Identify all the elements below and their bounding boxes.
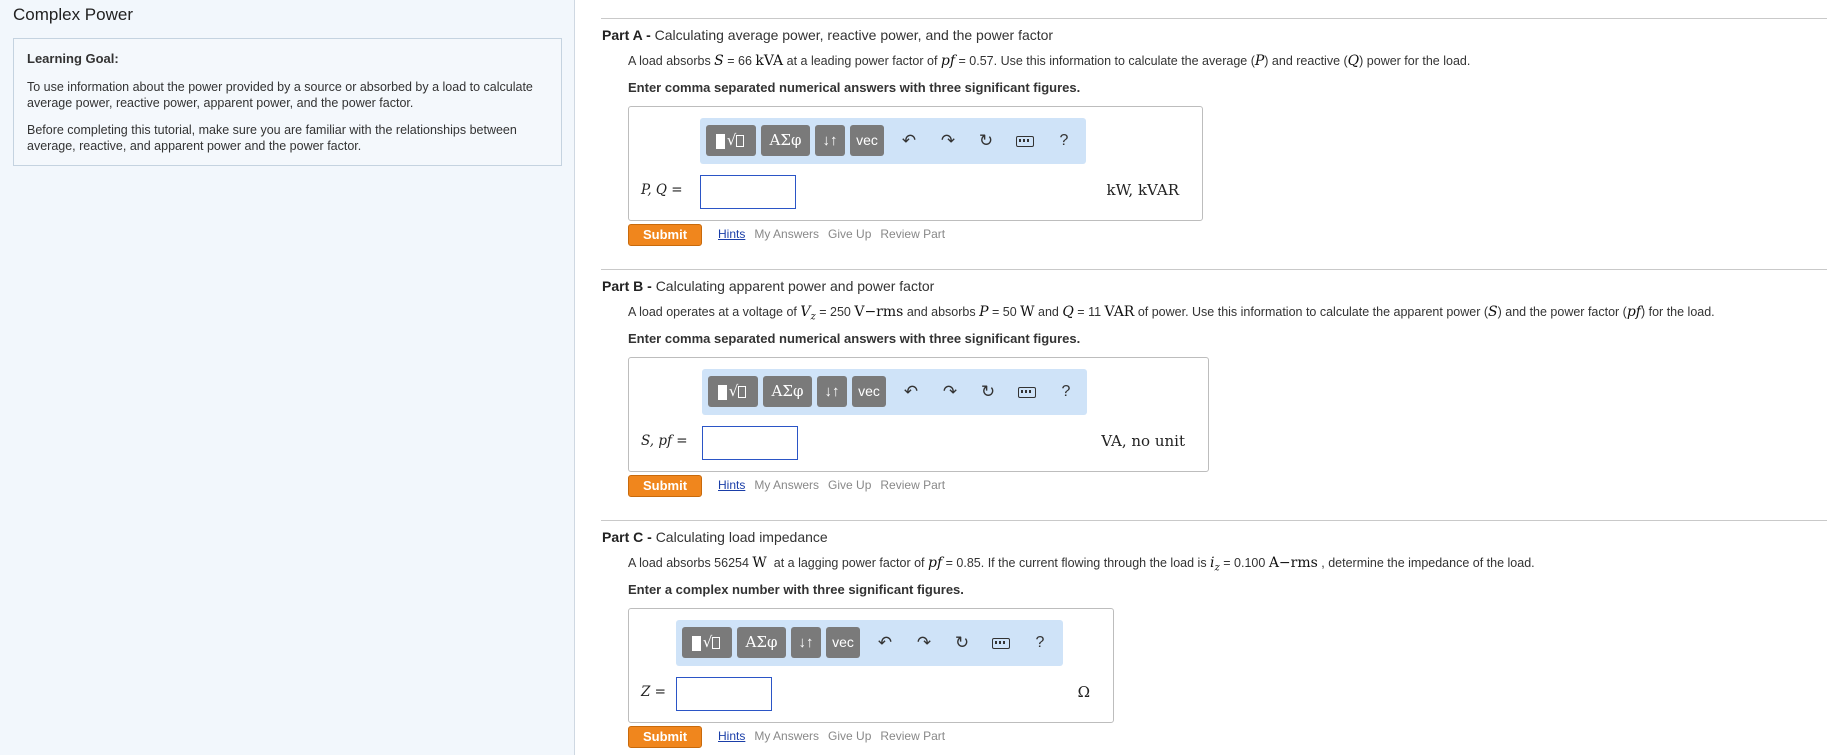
part-b-answer-box: √ ΑΣφ ↓↑ vec ↶ ↷ ↻ ? S, pf = VA, no unit — [628, 357, 1209, 472]
learning-goal-heading: Learning Goal: — [27, 51, 119, 66]
part-b-question: A load operates at a voltage of Vz = 250… — [628, 304, 1715, 323]
part-c-answer-label: Z = — [641, 684, 666, 700]
vector-button[interactable]: vec — [850, 125, 884, 156]
part-a-title: Calculating average power, reactive powe… — [654, 27, 1054, 43]
templates-button[interactable]: √ — [682, 627, 732, 658]
greek-symbols-button[interactable]: ΑΣφ — [737, 627, 786, 658]
part-b-answer-label: S, pf = — [641, 433, 688, 449]
part-c-question: A load absorbs 56254 W at a lagging powe… — [628, 555, 1535, 574]
part-a-answer-input[interactable] — [700, 175, 796, 209]
part-c-answer-input[interactable] — [676, 677, 772, 711]
vector-button[interactable]: vec — [826, 627, 860, 658]
hints-link[interactable]: Hints — [718, 227, 745, 241]
part-a-heading[interactable]: Part A - Calculating average power, reac… — [602, 27, 1053, 43]
part-b: Part B - Calculating apparent power and … — [601, 269, 1827, 501]
part-divider — [601, 520, 1827, 521]
part-a-question: A load absorbs S = 66 kVA at a leading p… — [628, 53, 1471, 69]
redo-icon[interactable]: ↷ — [935, 376, 965, 407]
part-b-links: Hints My Answers Give Up Review Part — [718, 478, 954, 492]
templates-button[interactable]: √ — [708, 376, 758, 407]
part-a-units: kW, kVAR — [1106, 181, 1179, 199]
part-c-answer-box: √ ΑΣφ ↓↑ vec ↶ ↷ ↻ ? Z = Ω — [628, 608, 1114, 723]
math-toolbar: √ ΑΣφ ↓↑ vec ↶ ↷ ↻ ? — [702, 369, 1087, 415]
part-c-submit-button[interactable]: Submit — [628, 726, 702, 748]
part-c-heading[interactable]: Part C - Calculating load impedance — [602, 529, 828, 545]
part-b-units: VA, no unit — [1101, 432, 1185, 450]
help-icon[interactable]: ? — [1049, 125, 1079, 156]
part-a-submit-button[interactable]: Submit — [628, 224, 702, 246]
part-a-answer-label: P, Q = — [641, 182, 683, 198]
greek-symbols-button[interactable]: ΑΣφ — [763, 376, 812, 407]
hints-link[interactable]: Hints — [718, 729, 745, 743]
give-up-link[interactable]: Give Up — [828, 227, 871, 241]
reset-icon[interactable]: ↻ — [947, 627, 977, 658]
part-b-title: Calculating apparent power and power fac… — [655, 278, 935, 294]
left-panel: Complex Power Learning Goal: To use info… — [0, 0, 575, 755]
redo-icon[interactable]: ↷ — [909, 627, 939, 658]
part-a-answer-box: √ ΑΣφ ↓↑ vec ↶ ↷ ↻ ? P, Q = kW, kVAR — [628, 106, 1203, 221]
part-c-letter: Part C - — [602, 529, 656, 545]
review-part-link[interactable]: Review Part — [880, 729, 945, 743]
part-b-answer-input[interactable] — [702, 426, 798, 460]
part-c-links: Hints My Answers Give Up Review Part — [718, 729, 954, 743]
part-a-letter: Part A - — [602, 27, 655, 43]
templates-button[interactable]: √ — [706, 125, 756, 156]
review-part-link[interactable]: Review Part — [880, 478, 945, 492]
part-divider — [601, 269, 1827, 270]
undo-icon[interactable]: ↶ — [894, 125, 924, 156]
help-icon[interactable]: ? — [1025, 627, 1055, 658]
subscript-superscript-button[interactable]: ↓↑ — [817, 376, 847, 407]
page-title: Complex Power — [13, 5, 133, 24]
my-answers-link[interactable]: My Answers — [754, 729, 819, 743]
part-a: Part A - Calculating average power, reac… — [601, 18, 1827, 250]
reset-icon[interactable]: ↻ — [973, 376, 1003, 407]
part-a-instruction: Enter comma separated numerical answers … — [628, 80, 1081, 95]
learning-goal-paragraph: Before completing this tutorial, make su… — [27, 123, 517, 153]
give-up-link[interactable]: Give Up — [828, 729, 871, 743]
greek-symbols-button[interactable]: ΑΣφ — [761, 125, 810, 156]
my-answers-link[interactable]: My Answers — [754, 227, 819, 241]
part-a-links: Hints My Answers Give Up Review Part — [718, 227, 954, 241]
part-divider — [601, 18, 1827, 19]
part-b-instruction: Enter comma separated numerical answers … — [628, 331, 1081, 346]
part-c-title: Calculating load impedance — [655, 529, 828, 545]
part-c-units: Ω — [1077, 683, 1090, 701]
hints-link[interactable]: Hints — [718, 478, 745, 492]
subscript-superscript-button[interactable]: ↓↑ — [815, 125, 845, 156]
learning-goal-paragraph: To use information about the power provi… — [27, 80, 533, 110]
learning-goal-box: Learning Goal: To use information about … — [13, 38, 562, 166]
subscript-superscript-button[interactable]: ↓↑ — [791, 627, 821, 658]
part-b-heading[interactable]: Part B - Calculating apparent power and … — [602, 278, 934, 294]
undo-icon[interactable]: ↶ — [896, 376, 926, 407]
my-answers-link[interactable]: My Answers — [754, 478, 819, 492]
part-c-instruction: Enter a complex number with three signif… — [628, 582, 964, 597]
part-c: Part C - Calculating load impedance A lo… — [601, 520, 1827, 752]
undo-icon[interactable]: ↶ — [870, 627, 900, 658]
math-toolbar: √ ΑΣφ ↓↑ vec ↶ ↷ ↻ ? — [676, 620, 1063, 666]
part-b-submit-button[interactable]: Submit — [628, 475, 702, 497]
review-part-link[interactable]: Review Part — [880, 227, 945, 241]
keyboard-icon[interactable] — [1010, 125, 1040, 156]
keyboard-icon[interactable] — [1012, 376, 1042, 407]
redo-icon[interactable]: ↷ — [933, 125, 963, 156]
part-b-letter: Part B - — [602, 278, 656, 294]
vector-button[interactable]: vec — [852, 376, 886, 407]
give-up-link[interactable]: Give Up — [828, 478, 871, 492]
keyboard-icon[interactable] — [986, 627, 1016, 658]
help-icon[interactable]: ? — [1051, 376, 1081, 407]
reset-icon[interactable]: ↻ — [971, 125, 1001, 156]
math-toolbar: √ ΑΣφ ↓↑ vec ↶ ↷ ↻ ? — [700, 118, 1086, 164]
